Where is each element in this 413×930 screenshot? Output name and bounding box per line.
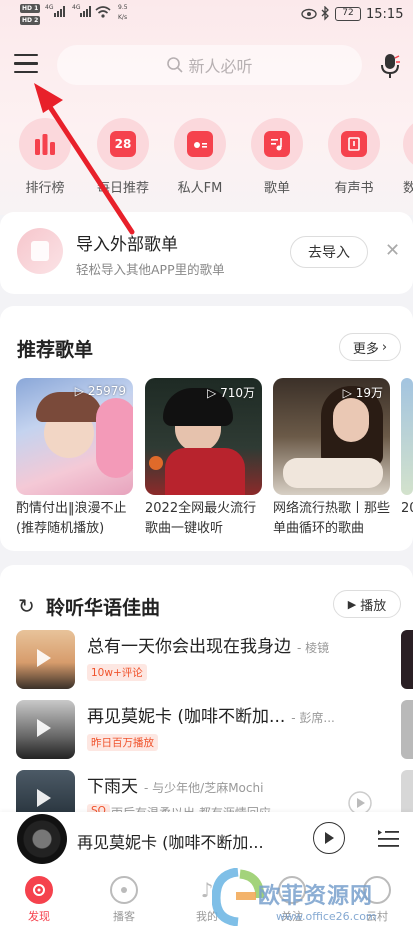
signal-icon (54, 6, 65, 17)
shortcut-daily[interactable]: 28 每日推荐 (95, 118, 151, 196)
playlist-card[interactable]: ▷ 25979 酌情付出‖浪漫不止(推荐随机播放) (16, 378, 133, 539)
bar-chart-icon (32, 131, 58, 157)
shortcut-audiobook[interactable]: 有声书 (326, 118, 382, 196)
playlist-name: 酌情付出‖浪漫不止(推荐随机播放) (16, 501, 127, 536)
more-label: 更多 (352, 341, 379, 357)
import-subtitle: 轻松导入其他APP里的歌单 (76, 262, 225, 277)
playlist-cover: ▷ 19万 (273, 378, 390, 495)
song-title: 下雨天 (87, 777, 138, 797)
song-title: 再见莫妮卡 (咖啡不断加... (87, 707, 286, 727)
play-count: ▷ 19万 (342, 386, 383, 400)
song-cover (16, 630, 75, 689)
search-placeholder: 新人必听 (188, 57, 253, 76)
play-icon (325, 832, 334, 844)
play-icon: ▶ (347, 597, 357, 611)
import-icon (17, 228, 63, 274)
tab-label: 播客 (113, 910, 135, 923)
refresh-icon[interactable]: ↻ (18, 594, 35, 618)
shortcut-ranking[interactable]: 排行榜 (17, 118, 73, 196)
search-icon (167, 57, 184, 73)
playlist-card[interactable]: ▷ 710万 2022全网最火流行歌曲一键收听 (145, 378, 262, 539)
tab-label: 发现 (28, 910, 50, 923)
song-cover (16, 700, 75, 759)
playlist-cover: ▷ 710万 (145, 378, 262, 495)
status-bar: HD 1 HD 2 4G 4G 9.5 K/s 72 15:15 (0, 0, 413, 30)
network-type: 4G (45, 4, 54, 11)
next-column-cover (401, 630, 413, 689)
podcast-icon (110, 876, 138, 904)
speed-unit: K/s (118, 14, 128, 21)
song-tag: 昨日百万播放 (87, 734, 158, 751)
watermark-text: 欧菲资源网 (258, 884, 374, 909)
player-song-title: 再见莫妮卡 (咖啡不断加... (77, 833, 264, 852)
bluetooth-icon (321, 6, 329, 21)
song-title: 总有一天你会出现在我身边 (87, 637, 291, 657)
radio-icon (187, 131, 213, 157)
play-count: ▷ 710万 (207, 386, 255, 400)
digital-icon (403, 118, 413, 170)
album-disc-icon[interactable] (17, 814, 67, 864)
playlist-cover: ▷ 25979 (16, 378, 133, 495)
play-all-label: 播放 (360, 598, 387, 614)
clock: 15:15 (366, 7, 404, 22)
shortcut-digital[interactable]: 数 (403, 118, 413, 196)
watermark-url: www.office26.com (276, 910, 377, 923)
shortcut-fm[interactable]: 私人FM (172, 118, 228, 196)
battery-icon: 72 (335, 7, 361, 21)
more-button[interactable]: 更多 › (339, 333, 401, 361)
shortcut-label: 排行榜 (25, 181, 65, 196)
song-row[interactable]: 再见莫妮卡 (咖啡不断加... - 彭席... 昨日百万播放 (16, 700, 406, 762)
shortcut-label: 有声书 (334, 181, 374, 196)
play-icon (37, 719, 51, 737)
playlist-card[interactable]: ▷ 19万 网络流行热歌丨那些单曲循环的歌曲 (273, 378, 390, 539)
music-note-icon (264, 131, 290, 157)
song-artist: - 棱镜 (297, 641, 330, 655)
playlist-cover (401, 378, 413, 495)
sim2-icon: HD 2 (20, 16, 41, 25)
playlist-card[interactable]: 20... (401, 378, 413, 539)
sim1-icon: HD 1 (20, 4, 41, 13)
song-row[interactable]: 总有一天你会出现在我身边 - 棱镜 10w+评论 (16, 630, 406, 692)
play-icon (37, 789, 51, 807)
shortcut-label: 每日推荐 (96, 181, 149, 196)
microphone-icon[interactable] (378, 52, 402, 80)
playlist-icon[interactable] (376, 826, 400, 850)
play-button[interactable] (313, 822, 345, 854)
shortcut-label: 数 (403, 181, 413, 196)
search-input[interactable]: 新人必听 (57, 45, 362, 85)
shortcut-label: 私人FM (177, 181, 223, 196)
eye-icon (301, 8, 317, 20)
signal-2-icon (80, 6, 91, 17)
watermark-logo (212, 868, 264, 926)
import-button[interactable]: 去导入 (290, 236, 368, 268)
song-tag: 10w+评论 (87, 664, 147, 681)
menu-icon[interactable] (14, 54, 38, 76)
import-title: 导入外部歌单 (76, 235, 178, 255)
play-icon (37, 649, 51, 667)
close-icon[interactable]: ✕ (385, 240, 400, 261)
section-title: 聆听华语佳曲 (46, 597, 161, 619)
book-icon (341, 131, 367, 157)
play-count: ▷ 25979 (74, 384, 126, 398)
shortcut-label: 歌单 (263, 181, 290, 196)
discover-icon (25, 876, 53, 904)
next-column-cover (401, 700, 413, 759)
calendar-icon: 28 (110, 131, 136, 157)
speed-value: 9.5 (118, 4, 128, 11)
wifi-icon (95, 6, 111, 18)
play-all-button[interactable]: ▶ 播放 (333, 590, 401, 618)
playlist-name: 20... (401, 501, 413, 516)
section-title: 推荐歌单 (17, 339, 94, 361)
tab-discover[interactable]: 发现 (9, 876, 69, 924)
song-artist: - 彭席... (291, 711, 335, 725)
shortcut-playlist[interactable]: 歌单 (249, 118, 305, 196)
song-artist: - 与少年他/芝麻Mochi (144, 781, 264, 795)
tab-podcast[interactable]: 播客 (94, 876, 154, 924)
playlist-name: 网络流行热歌丨那些单曲循环的歌曲 (273, 501, 390, 536)
chevron-right-icon: › (381, 339, 388, 355)
playlist-name: 2022全网最火流行歌曲一键收听 (145, 501, 257, 536)
